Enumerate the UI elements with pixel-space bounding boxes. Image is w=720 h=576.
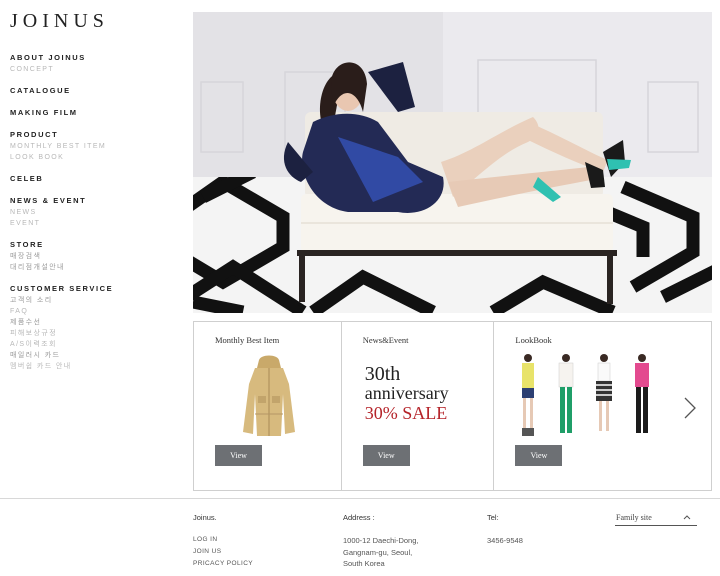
footer-address: 1000-12 Daechi-Dong, Gangnam-gu, Seoul, …	[343, 535, 418, 570]
address-line-3: South Korea	[343, 559, 385, 568]
address-line-2: Gangnam-gu, Seoul,	[343, 547, 413, 557]
brand-logo[interactable]: JOINUS	[10, 10, 109, 33]
nav-group-about: ABOUT JOINUS CONCEPT	[10, 52, 180, 75]
lookbook-view-button[interactable]: View	[515, 445, 563, 466]
footer-join-link[interactable]: JOIN US	[193, 548, 221, 555]
nav-news-event[interactable]: NEWS & EVENT	[10, 195, 180, 207]
next-arrow-icon[interactable]	[683, 396, 697, 420]
nav-catalogue[interactable]: CATALOGUE	[10, 85, 180, 97]
nav-store-open-guide[interactable]: 대리점개설안내	[10, 262, 180, 273]
footer-privacy-link[interactable]: PRICACY POLICY	[193, 560, 253, 567]
nav-repair[interactable]: 제품수선	[10, 317, 180, 328]
nav-customer-service[interactable]: CUSTOMER SERVICE	[10, 283, 180, 295]
nav-celeb[interactable]: CELEB	[10, 173, 180, 185]
nav-damage-compensation[interactable]: 피해보상규정	[10, 328, 180, 339]
family-site-select[interactable]: Family site	[615, 509, 697, 526]
news-event-panel: News&Event 30th anniversary 30% SALE Vie…	[342, 322, 495, 490]
nav-as-history[interactable]: A/S이력조회	[10, 339, 180, 350]
anniversary-promo[interactable]: 30th anniversary 30% SALE	[365, 364, 449, 423]
promo-sale-text: 30% SALE	[364, 403, 448, 423]
nav-group-celeb: CELEB	[10, 173, 180, 185]
footer-company: Joinus.	[193, 513, 217, 522]
hero-photo	[193, 12, 712, 313]
feature-panels: Monthly Best Item View News&Event 30th a…	[193, 321, 712, 491]
footer-tel-label: Tel:	[487, 513, 499, 522]
footer-address-label: Address :	[343, 513, 375, 522]
chevron-up-icon	[683, 515, 691, 520]
nav-look-book[interactable]: LOOK BOOK	[10, 152, 180, 163]
address-line-1: 1000-12 Daechi-Dong,	[343, 536, 419, 545]
family-site-label: Family site	[616, 513, 652, 522]
hero-banner[interactable]	[193, 12, 712, 313]
nav-group-catalogue: CATALOGUE	[10, 85, 180, 97]
lookbook-panel: LookBook View	[494, 322, 711, 490]
nav-product[interactable]: PRODUCT	[10, 129, 180, 141]
jacket-image[interactable]	[241, 354, 297, 438]
nav-event[interactable]: EVENT	[10, 218, 180, 229]
nav-group-customer-service: CUSTOMER SERVICE 고객의 소리 FAQ 제품수선 피해보상규정 …	[10, 283, 180, 372]
footer-tel: 3456-9548	[487, 536, 523, 545]
nav-group-product: PRODUCT MONTHLY BEST ITEM LOOK BOOK	[10, 129, 180, 163]
monthly-best-item-title: Monthly Best Item	[215, 335, 280, 345]
footer-divider	[0, 498, 720, 499]
nav-news[interactable]: NEWS	[10, 207, 180, 218]
nav-about-joinus[interactable]: ABOUT JOINUS	[10, 52, 180, 64]
nav-monthly-best-item[interactable]: MONTHLY BEST ITEM	[10, 141, 180, 152]
nav-store-search[interactable]: 매장검색	[10, 251, 180, 262]
lookbook-models-image[interactable]	[514, 352, 664, 442]
sidebar-nav: ABOUT JOINUS CONCEPT CATALOGUE MAKING FI…	[10, 52, 180, 382]
nav-group-news-event: NEWS & EVENT NEWS EVENT	[10, 195, 180, 229]
lookbook-title: LookBook	[515, 335, 552, 345]
promo-line-1: 30th	[364, 363, 401, 385]
nav-customer-voice[interactable]: 고객의 소리	[10, 295, 180, 306]
news-event-title: News&Event	[362, 335, 409, 345]
nav-faq[interactable]: FAQ	[10, 306, 180, 317]
monthly-best-item-panel: Monthly Best Item View	[194, 322, 342, 490]
footer-login-link[interactable]: LOG IN	[193, 536, 217, 543]
promo-line-2: anniversary	[364, 383, 449, 403]
monthly-view-button[interactable]: View	[215, 445, 262, 466]
nav-group-making-film: MAKING FILM	[10, 107, 180, 119]
nav-store[interactable]: STORE	[10, 239, 180, 251]
nav-group-store: STORE 매장검색 대리점개설안내	[10, 239, 180, 273]
news-view-button[interactable]: View	[362, 445, 410, 466]
nav-membership-card[interactable]: 멤버쉽 카드 안내	[10, 361, 180, 372]
nav-making-film[interactable]: MAKING FILM	[10, 107, 180, 119]
nav-concept[interactable]: CONCEPT	[10, 64, 180, 75]
nav-card[interactable]: 매일러시 카드	[10, 350, 180, 361]
